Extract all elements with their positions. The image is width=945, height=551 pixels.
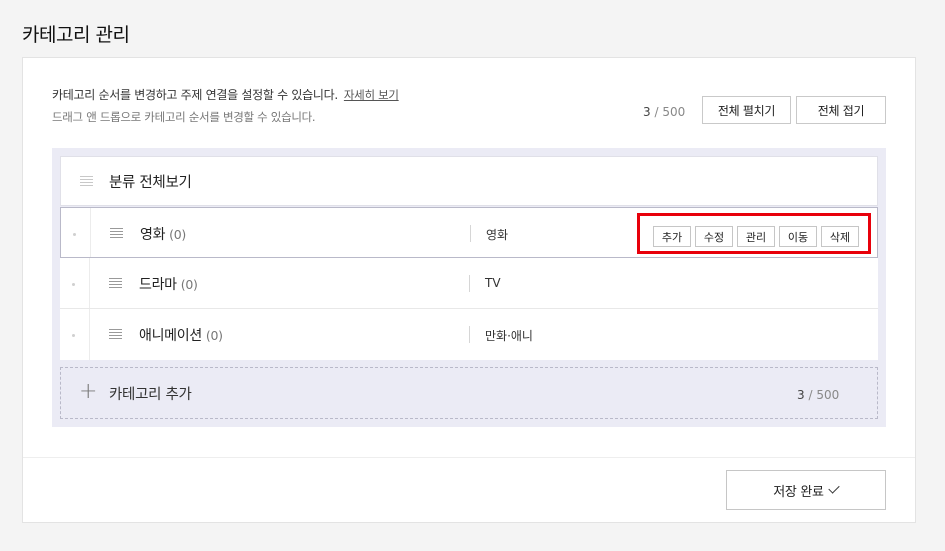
category-count: 3 / 500 [643,105,685,119]
category-row[interactable]: 영화 (0) 영화 추가 수정 관리 이동 삭제 [60,207,878,258]
manage-button[interactable]: 관리 [737,226,775,247]
category-post-count: (0) [180,277,198,292]
description: 카테고리 순서를 변경하고 주제 연결을 설정할 수 있습니다. 자세히 보기 [52,86,399,103]
category-topic: 영화 [486,228,509,242]
divider [90,208,91,257]
count-max: / 500 [654,105,686,119]
divider [469,326,470,343]
category-post-count: (0) [205,328,223,343]
collapse-dot-icon[interactable] [72,334,75,337]
category-tree: 분류 전체보기 영화 (0) 영화 추가 수정 관리 이동 삭제 드라마 (0)… [52,148,886,427]
category-name-text: 애니메이션 [139,328,202,344]
root-category-row[interactable]: 분류 전체보기 [60,156,878,206]
move-button[interactable]: 이동 [779,226,817,247]
page-title: 카테고리 관리 [22,24,130,46]
expand-all-button[interactable]: 전체 펼치기 [702,96,791,124]
plus-icon: + [79,379,98,404]
sub-description: 드래그 앤 드롭으로 카테고리 순서를 변경할 수 있습니다. [52,110,316,124]
divider [89,258,90,308]
add-category-label: 카테고리 추가 [109,387,192,403]
edit-button[interactable]: 수정 [695,226,733,247]
divider [89,309,90,360]
add-button[interactable]: 추가 [653,226,691,247]
delete-button[interactable]: 삭제 [821,226,859,247]
category-name-text: 영화 [140,227,166,243]
add-category-button[interactable]: + 카테고리 추가 3 / 500 [60,367,878,419]
category-topic: 만화·애니 [485,329,533,343]
add-category-count: 3 / 500 [797,388,839,402]
category-post-count: (0) [169,227,186,242]
description-text: 카테고리 순서를 변경하고 주제 연결을 설정할 수 있습니다. [52,88,338,102]
category-name: 드라마 (0) [139,274,198,294]
divider [470,225,471,242]
category-row[interactable]: 드라마 (0) TV [60,258,878,309]
collapse-dot-icon[interactable] [72,283,75,286]
save-button-label: 저장 완료 [773,484,824,500]
category-name-text: 드라마 [139,277,177,293]
drag-handle-icon[interactable] [109,278,122,288]
category-topic: TV [485,276,501,290]
count-value: 3 [797,388,805,402]
check-icon [828,482,840,494]
drag-handle-icon[interactable] [110,228,123,238]
save-button[interactable]: 저장 완료 [726,470,886,510]
drag-handle-icon[interactable] [109,329,122,339]
collapse-dot-icon[interactable] [73,233,76,236]
root-category-label: 분류 전체보기 [109,174,192,191]
drag-handle-icon[interactable] [80,176,93,186]
category-row[interactable]: 애니메이션 (0) 만화·애니 [60,309,878,360]
help-link[interactable]: 자세히 보기 [344,88,399,102]
divider [469,275,470,292]
category-name: 영화 (0) [140,224,186,244]
collapse-all-button[interactable]: 전체 접기 [796,96,886,124]
count-value: 3 [643,105,651,119]
action-buttons-highlight: 추가 수정 관리 이동 삭제 [637,213,871,254]
footer-divider [23,457,915,458]
category-card: 카테고리 순서를 변경하고 주제 연결을 설정할 수 있습니다. 자세히 보기 드… [22,57,916,523]
count-max: / 500 [808,388,840,402]
category-name: 애니메이션 (0) [139,325,223,345]
